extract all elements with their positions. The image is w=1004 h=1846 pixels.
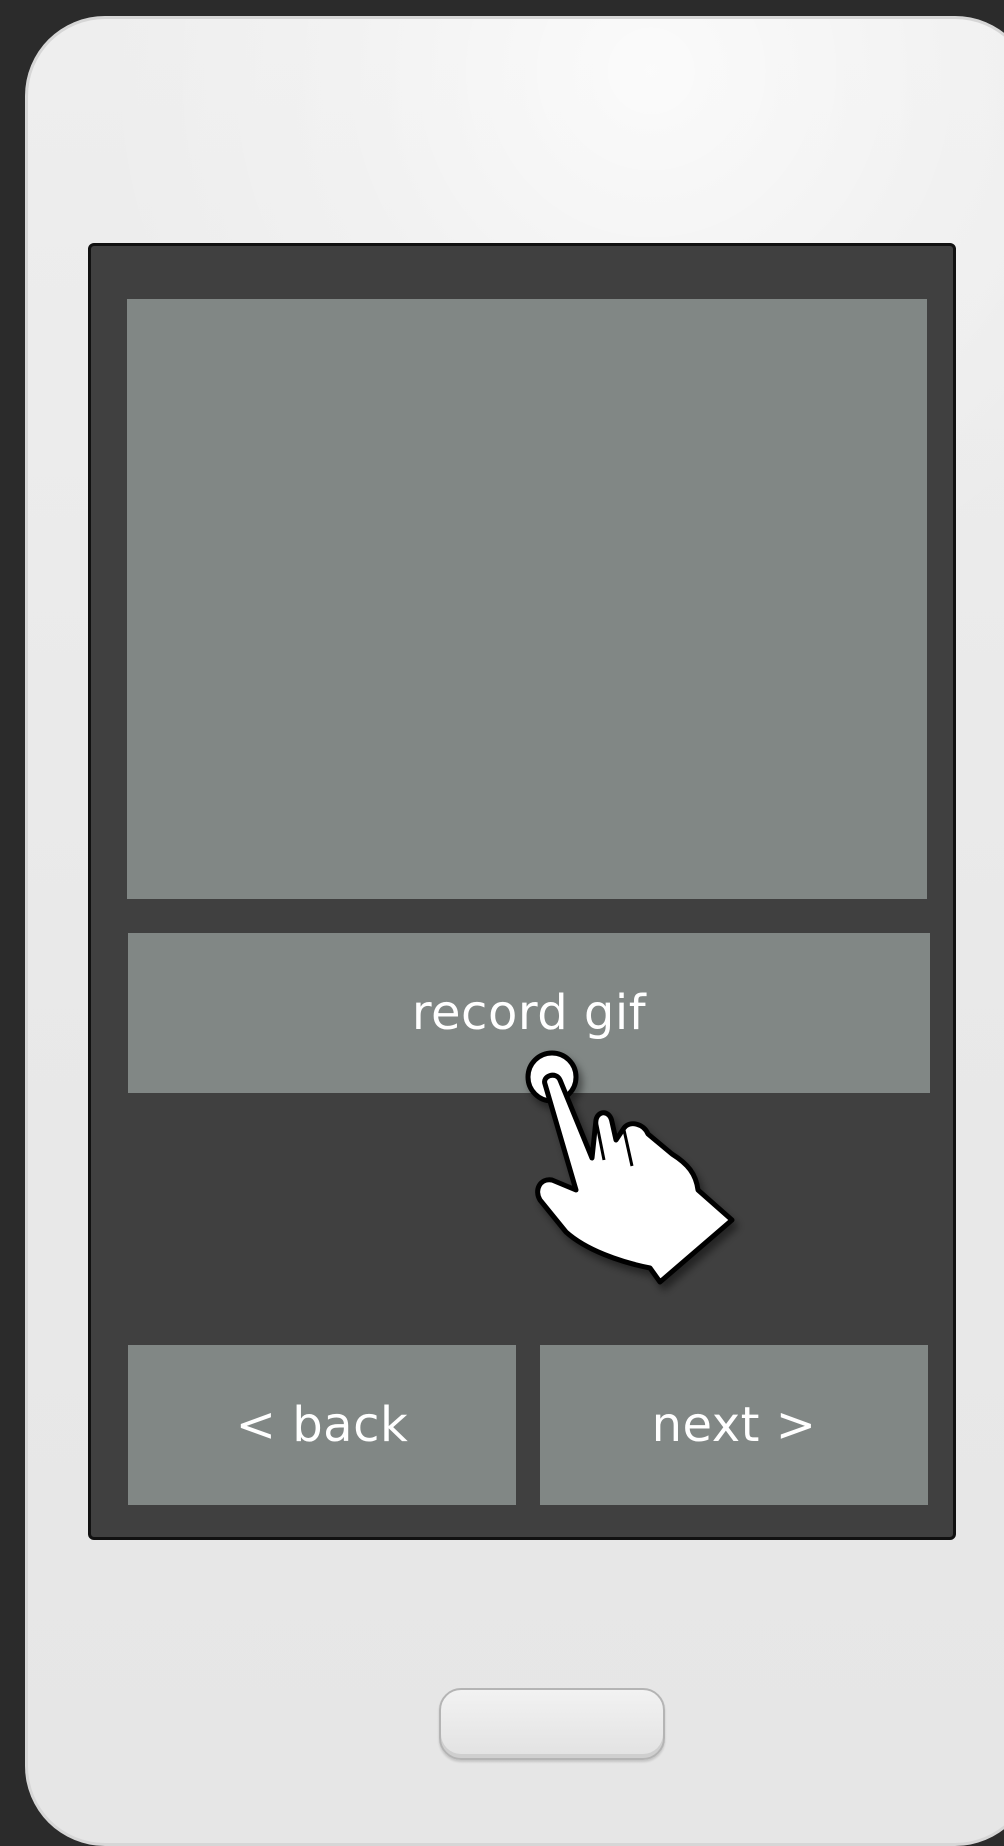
app-screen: record gif < back next > xyxy=(88,243,956,1540)
back-label: < back xyxy=(235,1397,409,1453)
next-button[interactable]: next > xyxy=(540,1345,928,1505)
back-button[interactable]: < back xyxy=(128,1345,516,1505)
next-label: next > xyxy=(651,1397,817,1453)
home-button[interactable] xyxy=(439,1688,665,1760)
record-gif-label: record gif xyxy=(411,985,647,1041)
gif-preview-area xyxy=(127,299,927,899)
record-gif-button[interactable]: record gif xyxy=(128,933,930,1093)
